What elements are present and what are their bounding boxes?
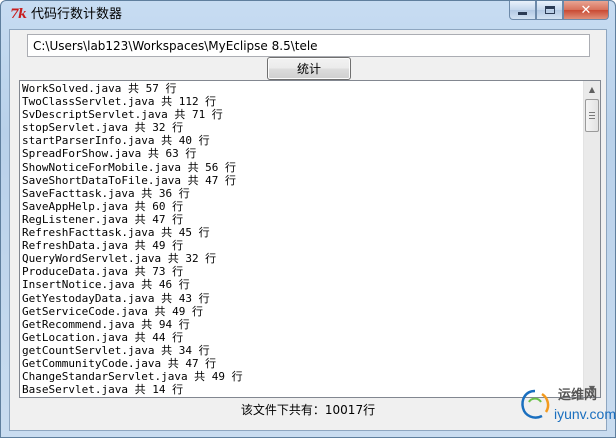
window-title: 代码行数计数器 [31, 7, 123, 22]
minimize-icon [518, 11, 527, 15]
list-item[interactable]: SpreadForShow.java 共 63 行 [22, 147, 584, 160]
maximize-button[interactable] [536, 1, 563, 20]
list-item[interactable]: RefreshFacttask.java 共 45 行 [22, 226, 584, 239]
list-item[interactable]: GetLocation.java 共 44 行 [22, 331, 584, 344]
caption-buttons: ✕ [509, 1, 609, 21]
close-button[interactable]: ✕ [563, 1, 609, 20]
watermark-en: iyunv.com [554, 406, 616, 422]
thumb-grip-line [589, 115, 595, 116]
app-window: 7k 代码行数计数器 ✕ 统计 WorkSolved.java 共 57 行Tw… [0, 0, 616, 438]
results-list: WorkSolved.java 共 57 行 TwoClassServlet.ja… [21, 82, 584, 396]
list-item[interactable]: ProduceData.java 共 73 行 [22, 265, 584, 278]
tk-feather-icon[interactable]: 7k [10, 7, 27, 23]
swirl-logo-icon [521, 389, 550, 419]
results-listbox[interactable]: WorkSolved.java 共 57 行 TwoClassServlet.ja… [19, 80, 601, 398]
watermark-cn: 运维网 [558, 388, 598, 403]
list-item[interactable]: stopServlet.java 共 32 行 [22, 121, 584, 134]
list-item[interactable]: BaseServlet.java 共 14 行 [22, 383, 584, 396]
list-item[interactable]: SaveFacttask.java 共 36 行 [22, 187, 584, 200]
list-item[interactable]: WorkSolved.java 共 57 行 [22, 82, 584, 95]
list-item[interactable]: SaveShortDataToFile.java 共 47 行 [22, 174, 584, 187]
thumb-grip-line [589, 112, 595, 113]
vertical-scrollbar[interactable]: ▲ ▼ [583, 81, 600, 397]
list-item[interactable]: TwoClassServlet.java 共 112 行 [22, 95, 584, 108]
directory-path-input[interactable] [27, 34, 590, 57]
maximize-icon [544, 6, 555, 14]
site-watermark: 运维网 iyunv.com [514, 384, 616, 434]
list-item[interactable]: InsertNotice.java 共 46 行 [22, 278, 584, 291]
list-item[interactable]: GetRecommend.java 共 94 行 [22, 318, 584, 331]
list-item[interactable]: SvDescriptServlet.java 共 71 行 [22, 108, 584, 121]
list-item[interactable]: GetCommunityCode.java 共 47 行 [22, 357, 584, 370]
list-item[interactable]: ChangeStandarServlet.java 共 49 行 [22, 370, 584, 383]
thumb-grip-line [589, 118, 595, 119]
count-button[interactable]: 统计 [267, 57, 351, 80]
list-item[interactable]: SaveAppHelp.java 共 60 行 [22, 200, 584, 213]
list-item[interactable]: RegListener.java 共 47 行 [22, 213, 584, 226]
list-item[interactable]: GetServiceCode.java 共 49 行 [22, 305, 584, 318]
list-item[interactable]: GetYestodayData.java 共 43 行 [22, 292, 584, 305]
list-item[interactable]: startParserInfo.java 共 40 行 [22, 134, 584, 147]
client-area: 统计 WorkSolved.java 共 57 行TwoClassServlet… [9, 29, 607, 431]
list-item[interactable]: ShowNoticeForMobile.java 共 56 行 [22, 161, 584, 174]
list-item[interactable]: QueryWordServlet.java 共 32 行 [22, 252, 584, 265]
close-icon: ✕ [580, 2, 592, 18]
title-bar[interactable]: 7k 代码行数计数器 ✕ [1, 1, 615, 29]
list-item[interactable]: getCountServlet.java 共 34 行 [22, 344, 584, 357]
list-item[interactable]: RefreshData.java 共 49 行 [22, 239, 584, 252]
minimize-button[interactable] [509, 1, 536, 20]
scroll-up-arrow-icon[interactable]: ▲ [584, 81, 600, 98]
scroll-thumb[interactable] [585, 99, 599, 132]
